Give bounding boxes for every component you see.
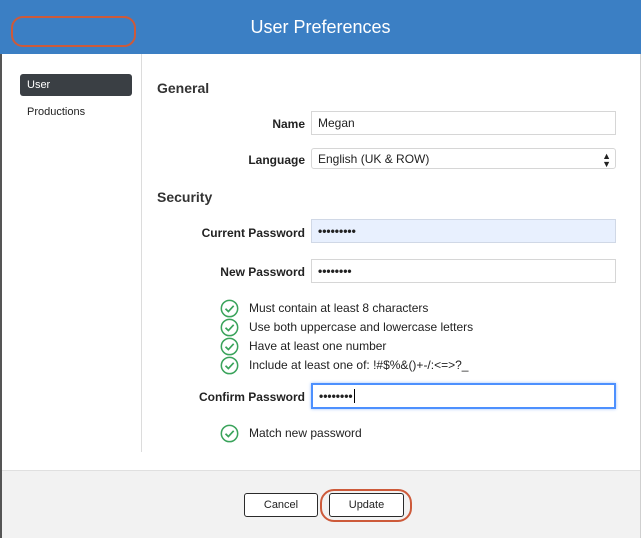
check-circle-icon bbox=[220, 318, 239, 336]
rule-text: Match new password bbox=[249, 426, 362, 440]
name-label: Name bbox=[272, 117, 305, 131]
sidebar-item-productions[interactable]: Productions bbox=[20, 101, 132, 123]
cancel-button[interactable]: Cancel bbox=[244, 493, 318, 517]
new-password-value: •••••••• bbox=[318, 264, 352, 278]
confirm-password-field[interactable]: •••••••• bbox=[311, 383, 616, 409]
name-value: Megan bbox=[318, 116, 355, 130]
sidebar: User Productions bbox=[2, 54, 142, 452]
cancel-button-label: Cancel bbox=[263, 499, 299, 511]
section-security-title: Security bbox=[157, 189, 213, 205]
rule-text: Have at least one number bbox=[249, 339, 387, 353]
text-caret bbox=[353, 389, 355, 403]
rule-text: Include at least one of: !#$%&()+-/:<=>?… bbox=[249, 358, 469, 372]
password-rule-symbol: Include at least one of: !#$%&()+-/:<=>?… bbox=[220, 355, 468, 375]
current-password-label: Current Password bbox=[201, 226, 305, 240]
name-field[interactable]: Megan bbox=[311, 111, 616, 135]
check-circle-icon bbox=[220, 337, 239, 355]
confirm-password-label: Confirm Password bbox=[198, 390, 305, 404]
password-rule-case: Use both uppercase and lowercase letters bbox=[220, 317, 473, 337]
current-password-value: ••••••••• bbox=[318, 224, 356, 238]
section-general-title: General bbox=[157, 80, 210, 96]
language-label: Language bbox=[248, 153, 305, 167]
rule-text: Must contain at least 8 characters bbox=[249, 301, 429, 315]
rule-text: Use both uppercase and lowercase letters bbox=[249, 320, 474, 334]
current-password-field[interactable]: ••••••••• bbox=[311, 219, 616, 243]
highlight-ring-user bbox=[11, 16, 136, 47]
dialog-title-text: User Preferences bbox=[250, 16, 391, 37]
new-password-label: New Password bbox=[220, 265, 305, 279]
highlight-ring-update bbox=[320, 489, 412, 522]
check-circle-icon bbox=[220, 356, 239, 374]
password-rule-match: Match new password bbox=[220, 423, 362, 443]
check-circle-icon bbox=[220, 299, 239, 317]
password-rule-length: Must contain at least 8 characters bbox=[220, 298, 428, 318]
select-arrows-icon: ▲ ▼ bbox=[602, 151, 611, 169]
password-rule-number: Have at least one number bbox=[220, 336, 386, 356]
language-select[interactable]: English (UK & ROW) ▲ ▼ bbox=[311, 148, 616, 169]
sidebar-item-label: User bbox=[27, 79, 51, 91]
new-password-field[interactable]: •••••••• bbox=[311, 259, 616, 283]
check-circle-icon bbox=[220, 424, 239, 442]
confirm-password-value: •••••••• bbox=[319, 389, 353, 403]
language-value: English (UK & ROW) bbox=[318, 151, 430, 166]
sidebar-item-label: Productions bbox=[27, 106, 86, 118]
sidebar-item-user[interactable]: User bbox=[20, 74, 132, 96]
